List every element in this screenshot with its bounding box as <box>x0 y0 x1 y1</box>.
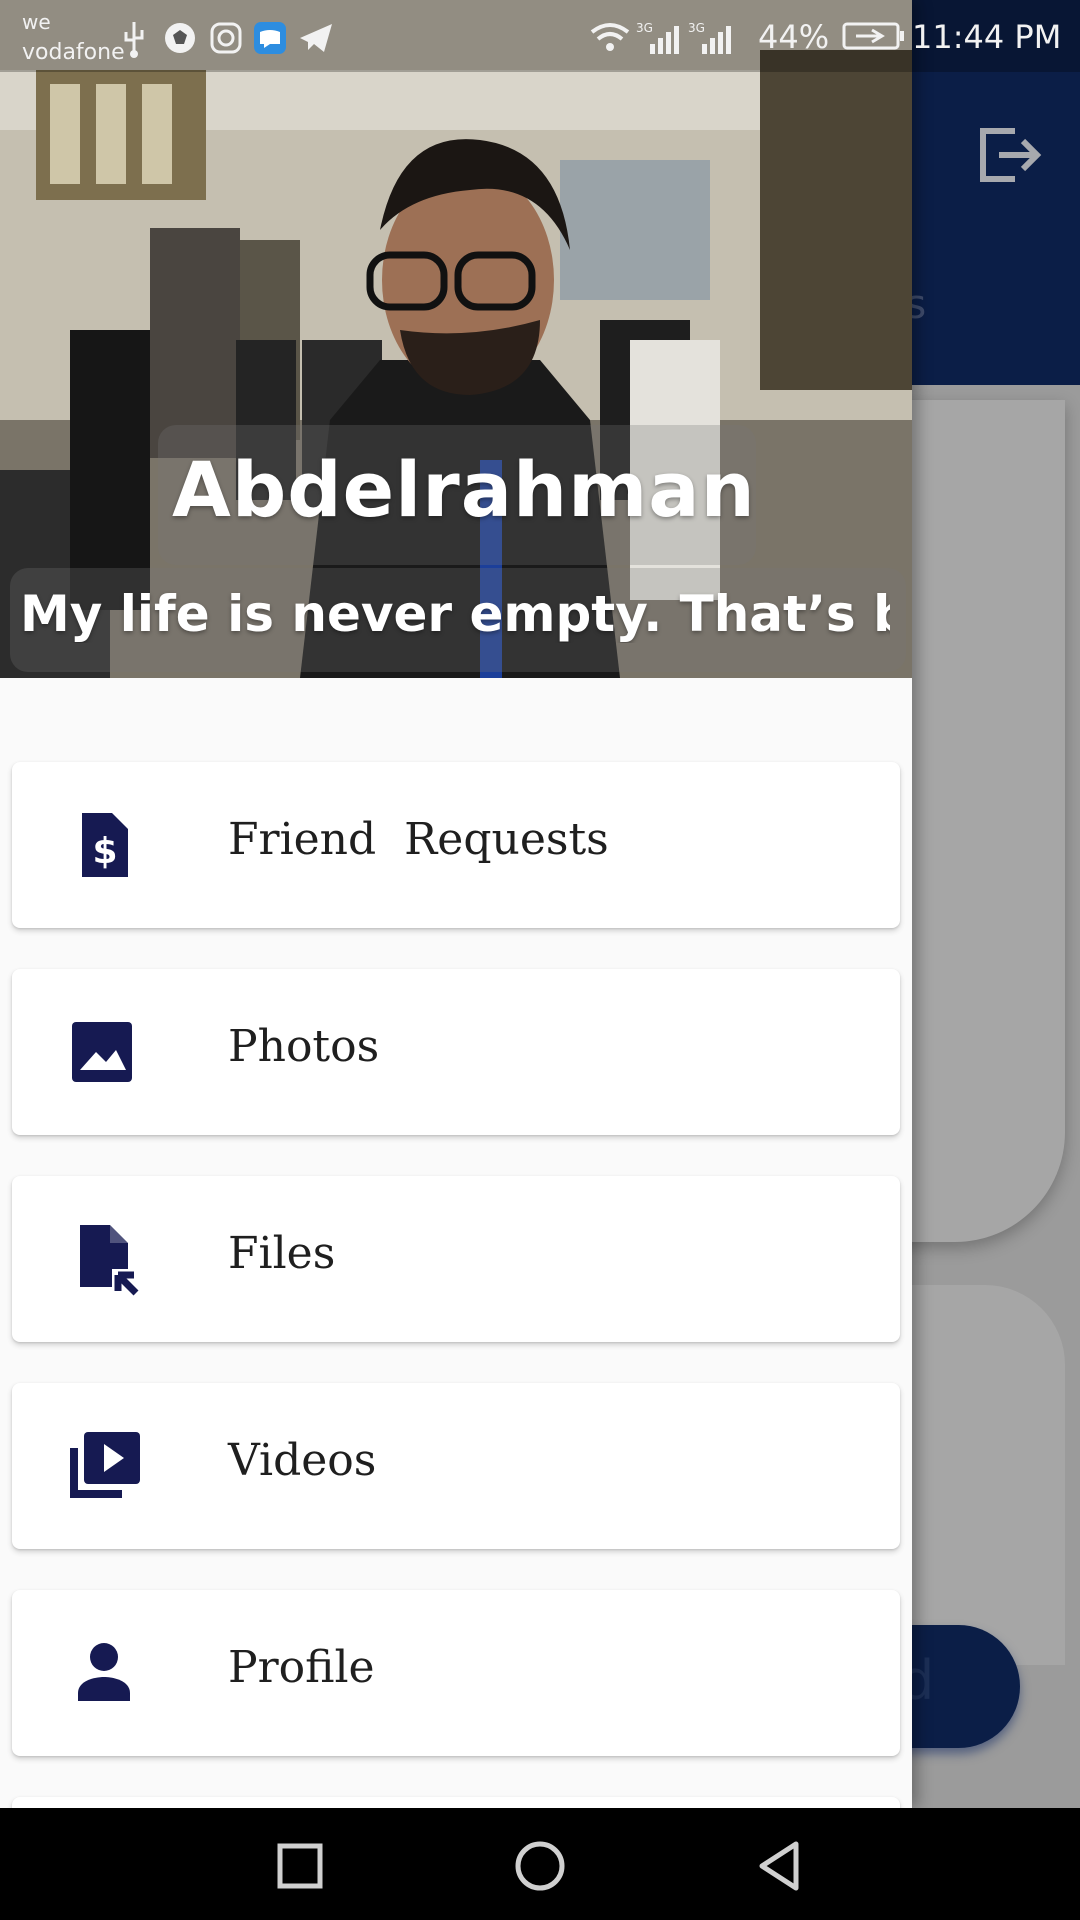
menu-item-friend-requests[interactable]: $ Friend Requests <box>12 762 900 928</box>
menu-item-label: Videos <box>228 1435 377 1486</box>
usb-icon <box>124 22 144 58</box>
svg-text:$: $ <box>92 831 117 872</box>
logout-icon[interactable] <box>975 125 1045 185</box>
profile-motto: My life is never empty. That’s be <box>20 585 890 643</box>
menu-item-partial[interactable] <box>12 1797 900 1808</box>
video-library-icon <box>70 1432 140 1498</box>
profile-name: Abdelrahman <box>172 445 756 534</box>
instagram-icon <box>210 22 242 54</box>
signal-icon-1 <box>650 26 679 54</box>
battery-charging-icon <box>842 22 904 50</box>
messenger-icon <box>254 22 286 54</box>
clock: 11:44 PM <box>912 18 1062 56</box>
image-icon <box>72 1022 132 1082</box>
navigation-drawer: Abdelrahman My life is never empty. That… <box>0 0 912 1808</box>
football-icon <box>165 23 195 53</box>
menu-item-label: Photos <box>228 1021 380 1072</box>
carrier-secondary: vodafone <box>22 40 125 65</box>
request-quote-icon: $ <box>82 813 128 877</box>
drawer-header: Abdelrahman My life is never empty. That… <box>0 0 912 678</box>
network-type-2: 3G <box>688 21 705 35</box>
home-button-icon[interactable] <box>510 1836 570 1896</box>
menu-item-label: Friend Requests <box>228 814 609 865</box>
recents-button-icon[interactable] <box>270 1836 330 1896</box>
telegram-icon <box>300 24 332 52</box>
status-bar: we vodafone 3G 3G 44% 11:44 PM <box>0 0 1080 72</box>
menu-item-files[interactable]: Files <box>12 1176 900 1342</box>
person-icon <box>78 1643 130 1701</box>
carrier-primary: we <box>22 10 51 34</box>
wifi-icon <box>590 23 630 51</box>
signal-icon-2 <box>702 26 731 54</box>
back-button-icon[interactable] <box>750 1836 810 1896</box>
battery-percentage: 44% <box>758 18 830 56</box>
menu-item-videos[interactable]: Videos <box>12 1383 900 1549</box>
system-navigation-bar <box>0 1808 1080 1920</box>
menu-item-photos[interactable]: Photos <box>12 969 900 1135</box>
network-type-1: 3G <box>636 21 653 35</box>
file-icon <box>80 1225 142 1297</box>
menu-item-profile[interactable]: Profile <box>12 1590 900 1756</box>
status-icons: 3G 3G <box>124 21 731 58</box>
menu-item-label: Files <box>228 1228 336 1279</box>
menu-item-label: Profile <box>228 1642 375 1693</box>
